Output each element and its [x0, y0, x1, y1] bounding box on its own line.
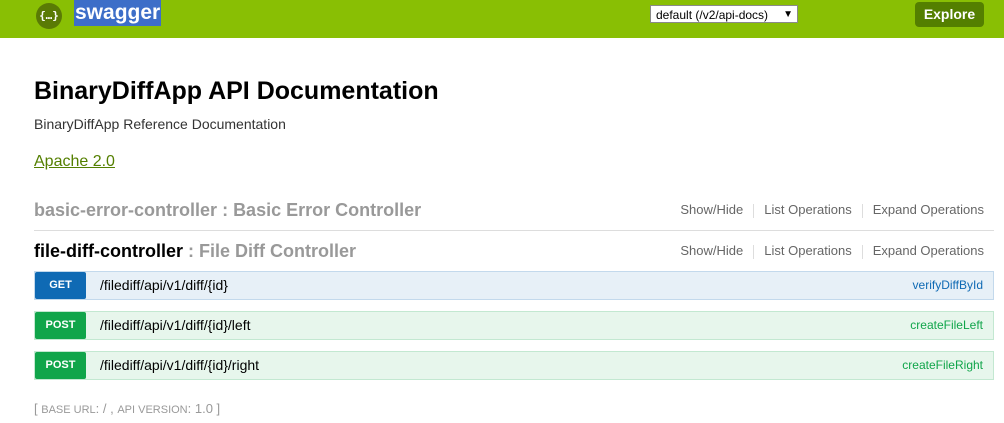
operation-row-get-diff[interactable]: GET /filediff/api/v1/diff/{id} verifyDif…: [34, 271, 994, 300]
license-link[interactable]: Apache 2.0: [34, 153, 115, 171]
show-hide-link[interactable]: Show/Hide: [680, 243, 743, 258]
top-header-bar: {…} swagger default (/v2/api-docs) ▼ Exp…: [0, 0, 1004, 38]
operation-row-post-left[interactable]: POST /filediff/api/v1/diff/{id}/left cre…: [34, 311, 994, 340]
footer-bracket-close: ]: [216, 401, 221, 416]
page-title: BinaryDiffApp API Documentation: [34, 77, 439, 105]
base-url-label: BASE URL: [41, 404, 96, 416]
api-version-value: : 1.0: [187, 401, 217, 416]
controller-title[interactable]: basic-error-controller : Basic Error Con…: [34, 198, 421, 222]
api-definition-select[interactable]: default (/v2/api-docs) ▼: [650, 5, 798, 23]
controller-description: File Diff Controller: [199, 241, 356, 261]
expand-operations-link[interactable]: Expand Operations: [873, 243, 984, 258]
api-version-label: API VERSION: [117, 404, 188, 416]
controller-title[interactable]: file-diff-controller : File Diff Control…: [34, 239, 356, 263]
operation-path[interactable]: /filediff/api/v1/diff/{id}: [100, 272, 228, 299]
operation-row-post-right[interactable]: POST /filediff/api/v1/diff/{id}/right cr…: [34, 351, 994, 380]
action-divider: [753, 244, 755, 259]
dropdown-arrow-icon: ▼: [783, 9, 793, 20]
operation-path[interactable]: /filediff/api/v1/diff/{id}/left: [100, 312, 250, 339]
api-base-info: [ BASE URL: / , API VERSION: 1.0 ]: [34, 401, 220, 418]
controller-header-basic-error: basic-error-controller : Basic Error Con…: [34, 198, 994, 224]
base-url-value: : / ,: [95, 401, 118, 416]
controller-header-file-diff: file-diff-controller : File Diff Control…: [34, 239, 994, 265]
operation-path[interactable]: /filediff/api/v1/diff/{id}/right: [100, 352, 259, 379]
controller-name[interactable]: basic-error-controller: [34, 200, 217, 220]
page-description: BinaryDiffApp Reference Documentation: [34, 116, 286, 132]
controller-separator: :: [183, 241, 199, 261]
http-method-badge[interactable]: POST: [35, 352, 86, 379]
list-operations-link[interactable]: List Operations: [764, 243, 851, 258]
api-select-value: default (/v2/api-docs): [656, 8, 769, 22]
controller-separator: :: [217, 200, 234, 220]
swagger-logo-text[interactable]: swagger: [74, 0, 162, 26]
expand-operations-link[interactable]: Expand Operations: [873, 202, 984, 217]
action-divider: [753, 203, 755, 218]
operation-id-link[interactable]: createFileLeft: [910, 312, 983, 339]
explore-button[interactable]: Explore: [915, 2, 984, 27]
http-method-badge[interactable]: POST: [35, 312, 86, 339]
action-divider: [861, 203, 863, 218]
operation-id-link[interactable]: createFileRight: [902, 352, 983, 379]
controller-divider: [34, 230, 994, 231]
swagger-logo-icon[interactable]: {…}: [36, 3, 62, 29]
controller-actions: Show/Hide List Operations Expand Operation…: [680, 202, 984, 218]
controller-description: Basic Error Controller: [233, 200, 422, 220]
controller-name[interactable]: file-diff-controller: [34, 241, 183, 261]
http-method-badge[interactable]: GET: [35, 272, 86, 299]
action-divider: [861, 244, 863, 259]
controller-actions: Show/Hide List Operations Expand Operation…: [680, 243, 984, 259]
operation-id-link[interactable]: verifyDiffById: [913, 272, 983, 299]
show-hide-link[interactable]: Show/Hide: [680, 202, 743, 217]
list-operations-link[interactable]: List Operations: [764, 202, 851, 217]
